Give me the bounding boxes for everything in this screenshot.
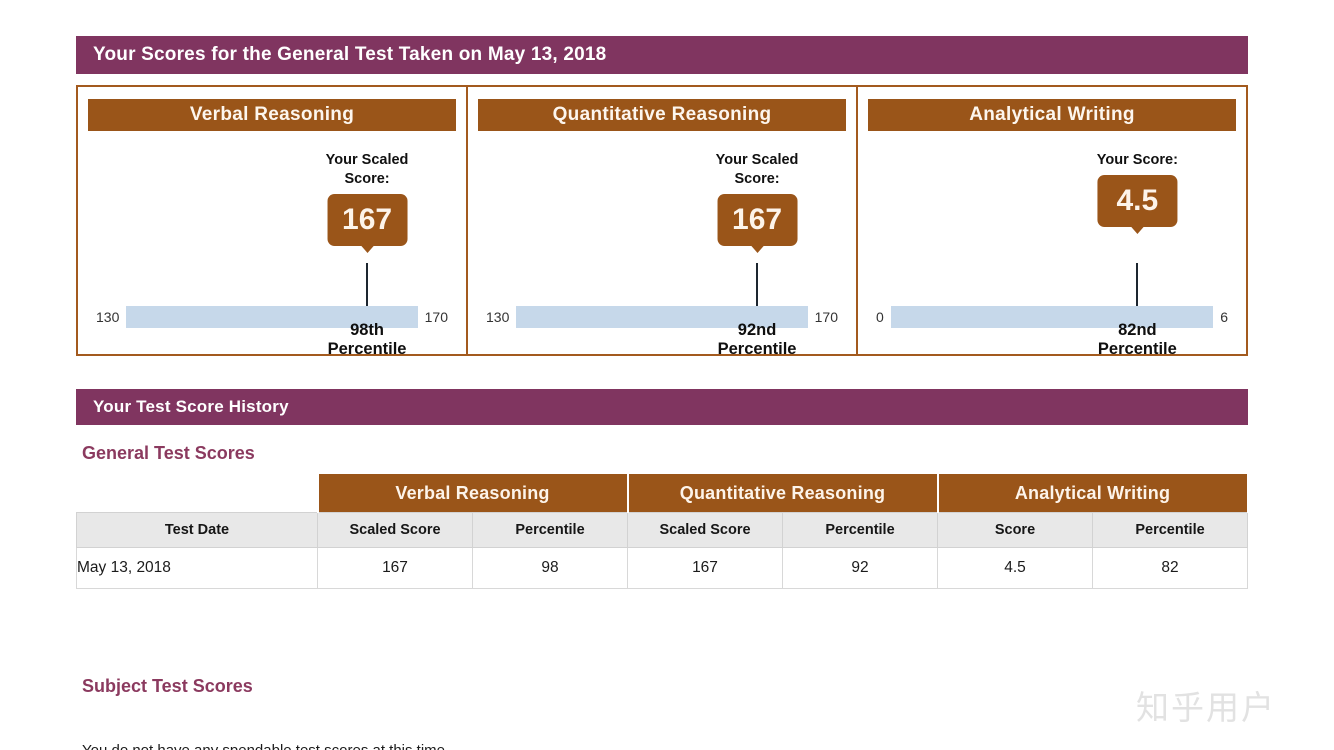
table-column-header-row: Test Date Scaled Score Percentile Scaled…	[76, 512, 1249, 548]
score-marker-group-analytical: Your Score: 4.5	[1097, 151, 1178, 227]
scale-min-analytical: 0	[876, 309, 884, 325]
watermark: 知乎用户	[1136, 688, 1276, 727]
scale-max-analytical: 6	[1220, 309, 1228, 325]
cell-test-date: May 13, 2018	[76, 547, 318, 589]
percentile-quantitative: 92nd Percentile	[718, 321, 797, 359]
scale-row-analytical: 0 6	[858, 306, 1246, 328]
column-header-analytical-percentile: Percentile	[1091, 512, 1249, 548]
score-label-analytical: Your Score:	[1096, 152, 1178, 168]
column-header-test-date: Test Date	[76, 512, 318, 548]
scores-banner-title: Your Scores for the General Test Taken o…	[93, 44, 607, 65]
column-header-quantitative-percentile: Percentile	[782, 512, 938, 548]
scale-max-verbal: 170	[424, 309, 448, 325]
scale-min-quantitative: 130	[486, 309, 510, 325]
column-header-analytical-score: Score	[937, 512, 1093, 548]
subject-test-scores-heading: Subject Test Scores	[82, 676, 253, 696]
history-banner: Your Test Score History	[76, 389, 1248, 425]
group-header-analytical-writing: Analytical Writing	[936, 474, 1249, 513]
score-card-verbal-reasoning: Verbal Reasoning Your Scaled Score: 167 …	[78, 87, 466, 358]
scale-min-verbal: 130	[96, 309, 120, 325]
score-chip-verbal: 167	[327, 193, 408, 246]
subject-test-note: You do not have any spendable test score…	[82, 742, 782, 750]
table-row: May 13, 2018 167 98 167 92 4.5 82	[76, 547, 1249, 589]
score-card-panel: Verbal Reasoning Your Scaled Score: 167 …	[76, 85, 1248, 358]
scale-row-quantitative: 130 170	[468, 306, 856, 328]
history-banner-title: Your Test Score History	[93, 397, 289, 416]
general-test-scores-table: Verbal Reasoning Quantitative Reasoning …	[76, 474, 1249, 589]
scale-max-quantitative: 170	[814, 309, 838, 325]
percentile-word-verbal: Percentile	[327, 339, 407, 358]
cell-quantitative-scaled-score: 167	[627, 547, 783, 589]
percentile-verbal: 98th Percentile	[328, 321, 407, 359]
percentile-value-verbal: 98th	[350, 321, 385, 339]
card-title-verbal-reasoning: Verbal Reasoning	[88, 99, 456, 131]
score-label-quantitative: Your Scaled Score:	[715, 152, 799, 187]
cell-analytical-percentile: 82	[1091, 547, 1249, 589]
group-header-quantitative-reasoning: Quantitative Reasoning	[626, 474, 939, 513]
cell-quantitative-percentile: 92	[782, 547, 938, 589]
card-title-analytical-writing: Analytical Writing	[868, 99, 1236, 131]
score-chip-quantitative: 167	[717, 193, 798, 246]
percentile-value-analytical: 82nd	[1118, 321, 1157, 339]
column-header-verbal-scaled-score: Scaled Score	[317, 512, 473, 548]
cell-verbal-scaled-score: 167	[317, 547, 473, 589]
card-body-quantitative-reasoning: Your Scaled Score: 167 130 170 92nd Perc…	[468, 131, 856, 358]
cell-verbal-percentile: 98	[472, 547, 628, 589]
table-group-header-row: Verbal Reasoning Quantitative Reasoning …	[76, 474, 1249, 513]
score-marker-group-verbal: Your Scaled Score: 167	[318, 151, 417, 246]
group-header-spacer	[76, 474, 318, 513]
percentile-value-quantitative: 92nd	[737, 321, 777, 339]
score-card-analytical-writing: Analytical Writing Your Score: 4.5 0 6 8…	[856, 87, 1246, 358]
score-marker-group-quantitative: Your Scaled Score: 167	[708, 151, 807, 246]
score-label-verbal: Your Scaled Score:	[325, 152, 409, 187]
column-header-quantitative-scaled-score: Scaled Score	[627, 512, 783, 548]
column-header-verbal-percentile: Percentile	[472, 512, 628, 548]
percentile-analytical: 82nd Percentile	[1098, 321, 1177, 359]
general-test-scores-heading: General Test Scores	[82, 443, 255, 463]
cell-analytical-score: 4.5	[937, 547, 1093, 589]
card-body-analytical-writing: Your Score: 4.5 0 6 82nd Percentile	[858, 131, 1246, 358]
scores-banner: Your Scores for the General Test Taken o…	[76, 36, 1248, 74]
card-title-quantitative-reasoning: Quantitative Reasoning	[478, 99, 846, 131]
percentile-word-quantitative: Percentile	[717, 339, 797, 358]
card-body-verbal-reasoning: Your Scaled Score: 167 130 170 98th Perc…	[78, 131, 466, 358]
group-header-verbal-reasoning: Verbal Reasoning	[316, 474, 629, 513]
percentile-word-analytical: Percentile	[1097, 339, 1177, 358]
score-chip-analytical: 4.5	[1097, 174, 1178, 227]
scale-row-verbal: 130 170	[78, 306, 466, 328]
score-card-quantitative-reasoning: Quantitative Reasoning Your Scaled Score…	[466, 87, 856, 358]
